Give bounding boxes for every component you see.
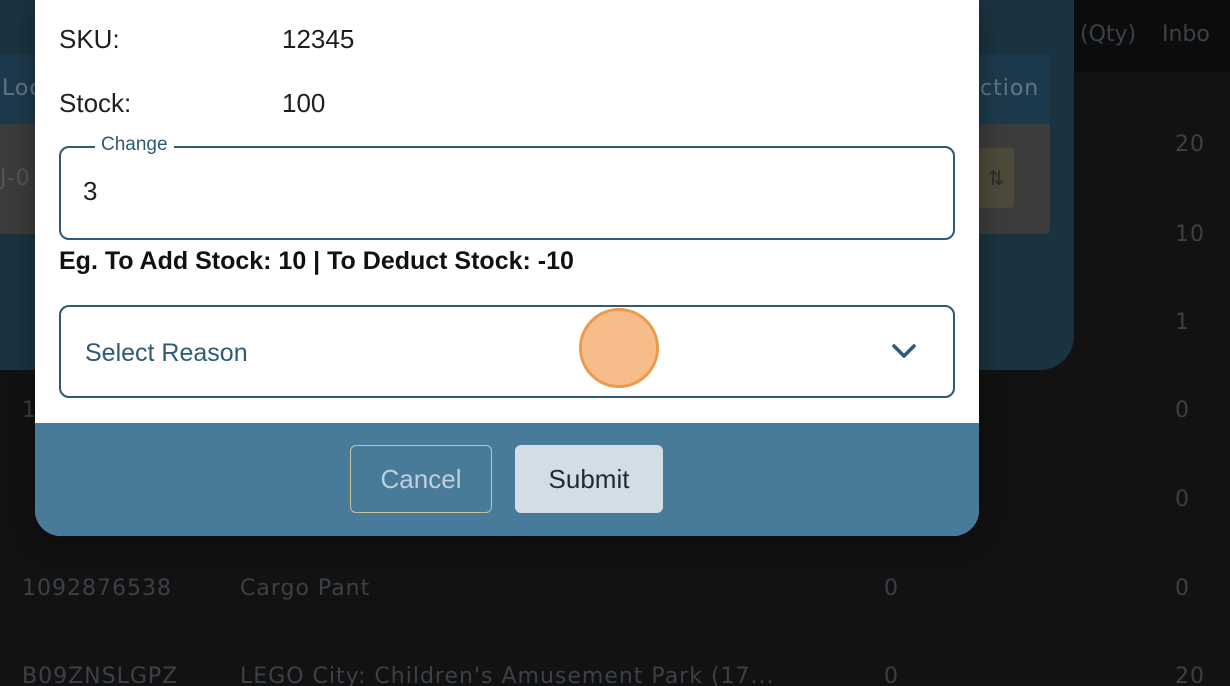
change-field[interactable]: Change [59,134,955,240]
adjust-stock-modal: SKU: 12345 Stock: 100 Change Eg. To Add … [35,0,979,536]
sort-arrows-icon: ⇅ [987,166,1005,190]
cancel-button[interactable]: Cancel [350,445,492,513]
right-col-value: 0 [1175,576,1190,601]
sku-label: SKU: [59,24,120,54]
modal-footer: Cancel Submit [35,423,979,536]
row-name: Cargo Pant [240,576,371,601]
row-name: LEGO City: Children's Amusement Park (17… [240,664,775,686]
reason-select[interactable]: Select Reason [59,305,955,398]
row-code: B09ZNSLGPZ [22,664,179,686]
chevron-down-icon [892,344,916,358]
reason-select-value: Select Reason [85,339,248,367]
submit-button[interactable]: Submit [515,445,663,513]
row-qty: 0 [884,576,899,601]
right-col-value: 0 [1175,487,1190,512]
row-qty: 0 [884,664,899,686]
header-inbound: Inbo [1162,22,1210,47]
right-col-value: 20 [1175,132,1205,157]
right-col-value: 10 [1175,222,1205,247]
right-col-value: 20 [1175,664,1205,686]
row-code: 1092876538 [22,576,172,601]
stock-label: Stock: [59,88,132,118]
change-hint: Eg. To Add Stock: 10 | To Deduct Stock: … [59,247,574,275]
header-qty: (Qty) [1080,22,1137,47]
inner-header-action: ction [980,76,1040,101]
change-field-label: Change [95,134,174,156]
inner-row-location: J-0 [0,166,31,191]
adjust-stock-button[interactable]: ⇅ [978,148,1014,208]
right-col-value: 1 [1175,310,1190,335]
modal-body: SKU: 12345 Stock: 100 Change Eg. To Add … [35,0,979,423]
right-col-value: 0 [1175,398,1190,423]
stock-value: 100 [282,88,326,118]
click-indicator [579,308,659,388]
sku-value: 12345 [282,24,355,54]
change-input[interactable] [83,176,883,207]
